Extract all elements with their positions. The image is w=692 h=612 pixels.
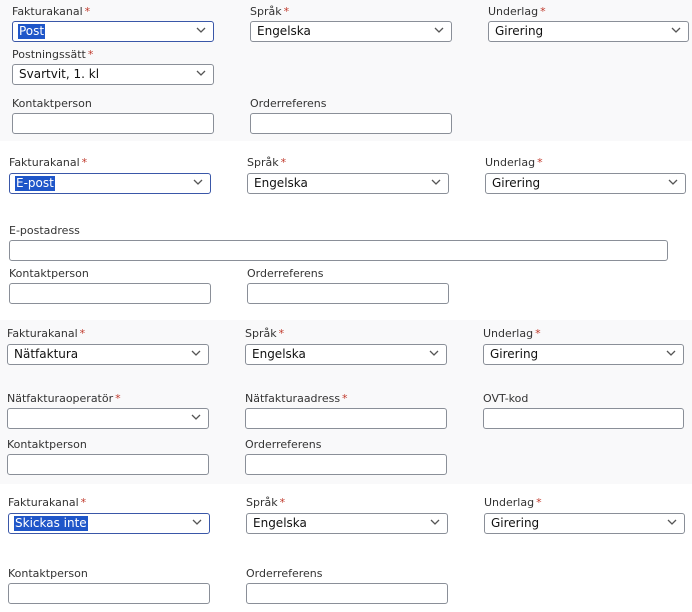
invoice-channel-value: E-post <box>15 176 55 191</box>
basis-label: Underlag * <box>485 156 543 169</box>
posting-method-value: Svartvit, 1. kl <box>19 67 100 81</box>
invoice-form-post: Fakturakanal * Post Språk * Engelska Under… <box>0 0 692 141</box>
invoice-form-not-sent: Fakturakanal * Skickas inte Språk * Engels… <box>0 490 692 612</box>
chevron-down-icon <box>434 26 444 35</box>
invoice-channel-label: Fakturakanal * <box>9 156 88 169</box>
invoice-channel-label: Fakturakanal * <box>7 327 86 340</box>
invoice-form-email: Fakturakanal * E-post Språk * Engelska Und… <box>0 150 692 313</box>
chevron-down-icon <box>196 69 206 78</box>
basis-select[interactable]: Girering <box>488 21 689 42</box>
language-label: Språk * <box>245 327 285 340</box>
contact-person-input[interactable] <box>12 113 214 134</box>
language-value: Engelska <box>257 24 311 38</box>
language-select[interactable]: Engelska <box>247 173 449 194</box>
invoice-channel-select[interactable]: Post <box>12 21 214 42</box>
chevron-down-icon <box>431 178 441 187</box>
ovt-code-input[interactable] <box>483 408 684 429</box>
language-label: Språk * <box>250 5 290 18</box>
invoice-channel-select[interactable]: Nätfaktura <box>7 344 209 365</box>
basis-label: Underlag * <box>484 496 542 509</box>
einvoice-operator-select[interactable] <box>7 408 209 429</box>
order-reference-input[interactable] <box>250 113 452 134</box>
chevron-down-icon <box>191 413 201 422</box>
chevron-down-icon <box>193 178 203 187</box>
chevron-down-icon <box>671 26 681 35</box>
basis-value: Girering <box>491 516 540 530</box>
invoice-channel-select[interactable]: E-post <box>9 173 211 194</box>
einvoice-operator-label: Nätfakturaoperatör * <box>7 392 121 405</box>
language-select[interactable]: Engelska <box>250 21 452 42</box>
einvoice-address-input[interactable] <box>245 408 447 429</box>
order-reference-label: Orderreferens <box>247 267 324 280</box>
basis-value: Girering <box>495 24 544 38</box>
basis-label: Underlag * <box>483 327 541 340</box>
order-reference-input[interactable] <box>247 283 449 304</box>
language-label: Språk * <box>246 496 286 509</box>
contact-person-input[interactable] <box>9 283 211 304</box>
email-address-input[interactable] <box>9 240 668 261</box>
basis-select[interactable]: Girering <box>484 513 685 534</box>
language-value: Engelska <box>253 516 307 530</box>
posting-method-select[interactable]: Svartvit, 1. kl <box>12 64 214 85</box>
contact-person-label: Kontaktperson <box>7 438 87 451</box>
language-select[interactable]: Engelska <box>245 344 447 365</box>
language-value: Engelska <box>254 176 308 190</box>
order-reference-input[interactable] <box>246 583 448 604</box>
order-reference-input[interactable] <box>245 454 447 475</box>
language-value: Engelska <box>252 347 306 361</box>
contact-person-label: Kontaktperson <box>12 97 92 110</box>
chevron-down-icon <box>668 178 678 187</box>
order-reference-label: Orderreferens <box>246 567 323 580</box>
language-label: Språk * <box>247 156 287 169</box>
language-select[interactable]: Engelska <box>246 513 448 534</box>
order-reference-label: Orderreferens <box>250 97 327 110</box>
chevron-down-icon <box>430 518 440 527</box>
invoice-channel-label: Fakturakanal * <box>8 496 87 509</box>
chevron-down-icon <box>191 349 201 358</box>
chevron-down-icon <box>666 349 676 358</box>
basis-value: Girering <box>492 176 541 190</box>
invoice-form-einvoice: Fakturakanal * Nätfaktura Språk * Engelska… <box>0 320 692 484</box>
chevron-down-icon <box>667 518 677 527</box>
invoice-channel-value: Skickas inte <box>14 516 88 531</box>
invoice-channel-label: Fakturakanal * <box>12 5 91 18</box>
invoice-channel-value: Post <box>18 24 46 39</box>
posting-method-label: Postningssätt * <box>12 48 94 61</box>
invoice-channel-select[interactable]: Skickas inte <box>8 513 210 534</box>
contact-person-label: Kontaktperson <box>9 267 89 280</box>
contact-person-label: Kontaktperson <box>8 567 88 580</box>
chevron-down-icon <box>192 518 202 527</box>
chevron-down-icon <box>429 349 439 358</box>
chevron-down-icon <box>196 26 206 35</box>
einvoice-address-label: Nätfakturaadress * <box>245 392 348 405</box>
ovt-code-label: OVT-kod <box>483 392 529 405</box>
contact-person-input[interactable] <box>7 454 209 475</box>
contact-person-input[interactable] <box>8 583 210 604</box>
invoice-channel-value: Nätfaktura <box>14 347 79 361</box>
basis-select[interactable]: Girering <box>483 344 684 365</box>
basis-value: Girering <box>490 347 539 361</box>
basis-label: Underlag * <box>488 5 546 18</box>
basis-select[interactable]: Girering <box>485 173 686 194</box>
email-address-label: E-postadress <box>9 224 80 237</box>
order-reference-label: Orderreferens <box>245 438 322 451</box>
